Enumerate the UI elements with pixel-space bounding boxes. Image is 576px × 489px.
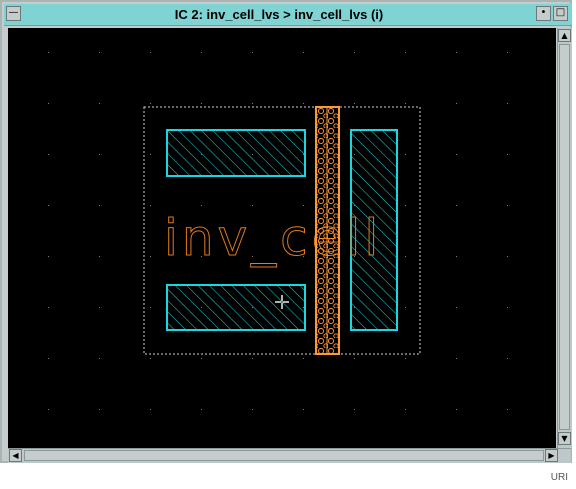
grid-dot bbox=[48, 307, 49, 308]
grid-dot bbox=[201, 358, 202, 359]
footer-label: URI bbox=[550, 472, 568, 483]
maximize-button[interactable]: □ bbox=[553, 6, 568, 21]
grid-dot bbox=[48, 103, 49, 104]
grid-dot bbox=[507, 154, 508, 155]
grid-dot bbox=[303, 103, 304, 104]
layout-canvas[interactable]: inv_cell bbox=[8, 28, 556, 448]
grid-dot bbox=[456, 52, 457, 53]
grid-dot bbox=[456, 205, 457, 206]
grid-dot bbox=[99, 103, 100, 104]
grid-dot bbox=[252, 409, 253, 410]
grid-dot bbox=[99, 409, 100, 410]
horizontal-scroll-thumb[interactable] bbox=[24, 450, 544, 461]
grid-dot bbox=[354, 52, 355, 53]
grid-dot bbox=[405, 307, 406, 308]
grid-dot bbox=[48, 52, 49, 53]
title-bar[interactable]: — IC 2: inv_cell_lvs > inv_cell_lvs (i) … bbox=[4, 4, 572, 26]
grid-dot bbox=[507, 409, 508, 410]
cell-label: inv_cell bbox=[164, 209, 382, 267]
grid-dot bbox=[507, 256, 508, 257]
grid-dot bbox=[405, 154, 406, 155]
grid-dot bbox=[354, 358, 355, 359]
grid-dot bbox=[99, 154, 100, 155]
grid-dot bbox=[354, 103, 355, 104]
grid-dot bbox=[507, 103, 508, 104]
grid-dot bbox=[150, 205, 151, 206]
grid-dot bbox=[150, 358, 151, 359]
grid-dot bbox=[252, 103, 253, 104]
grid-dot bbox=[456, 256, 457, 257]
vertical-scroll-thumb[interactable] bbox=[559, 44, 570, 430]
grid-dot bbox=[99, 52, 100, 53]
metal-rect-top[interactable] bbox=[166, 129, 306, 177]
grid-dot bbox=[456, 409, 457, 410]
minimize-button[interactable]: • bbox=[536, 6, 551, 21]
scroll-up-button[interactable]: ▲ bbox=[558, 29, 571, 42]
grid-dot bbox=[456, 154, 457, 155]
grid-dot bbox=[405, 205, 406, 206]
scroll-right-button[interactable]: ▶ bbox=[545, 449, 558, 462]
grid-dot bbox=[303, 205, 304, 206]
metal-rect-bottom[interactable] bbox=[166, 284, 306, 331]
scroll-left-button[interactable]: ◀ bbox=[9, 449, 22, 462]
grid-dot bbox=[507, 358, 508, 359]
window-menu-button[interactable]: — bbox=[6, 6, 21, 21]
grid-dot bbox=[48, 409, 49, 410]
grid-dot bbox=[150, 409, 151, 410]
grid-dot bbox=[99, 205, 100, 206]
grid-dot bbox=[99, 307, 100, 308]
grid-dot bbox=[48, 256, 49, 257]
grid-dot bbox=[201, 409, 202, 410]
grid-dot bbox=[354, 409, 355, 410]
grid-dot bbox=[405, 52, 406, 53]
grid-dot bbox=[507, 307, 508, 308]
grid-dot bbox=[150, 256, 151, 257]
grid-dot bbox=[405, 256, 406, 257]
grid-dot bbox=[150, 154, 151, 155]
grid-dot bbox=[48, 205, 49, 206]
grid-dot bbox=[99, 256, 100, 257]
window-title: IC 2: inv_cell_lvs > inv_cell_lvs (i) bbox=[174, 7, 384, 22]
grid-dot bbox=[201, 103, 202, 104]
grid-dot bbox=[507, 205, 508, 206]
grid-dot bbox=[507, 52, 508, 53]
grid-dot bbox=[456, 307, 457, 308]
grid-dot bbox=[252, 52, 253, 53]
grid-dot bbox=[405, 409, 406, 410]
grid-dot bbox=[150, 307, 151, 308]
layout-drawing[interactable]: inv_cell bbox=[8, 28, 556, 448]
grid-dot bbox=[252, 358, 253, 359]
grid-dot bbox=[150, 52, 151, 53]
grid-dot bbox=[150, 103, 151, 104]
vertical-scrollbar[interactable]: ▲ ▼ bbox=[557, 28, 572, 448]
scroll-down-button[interactable]: ▼ bbox=[558, 432, 571, 445]
grid-dot bbox=[456, 103, 457, 104]
grid-dot bbox=[201, 205, 202, 206]
grid-dot bbox=[48, 154, 49, 155]
grid-dot bbox=[99, 358, 100, 359]
grid-dot bbox=[303, 409, 304, 410]
layout-window: — IC 2: inv_cell_lvs > inv_cell_lvs (i) … bbox=[0, 0, 572, 463]
grid-dot bbox=[48, 358, 49, 359]
grid-dot bbox=[303, 52, 304, 53]
horizontal-scrollbar[interactable]: ◀ ▶ bbox=[8, 448, 571, 463]
grid-dot bbox=[405, 103, 406, 104]
grid-dot bbox=[252, 205, 253, 206]
grid-dot bbox=[201, 52, 202, 53]
grid-dot bbox=[405, 358, 406, 359]
grid-dot bbox=[303, 358, 304, 359]
grid-dot bbox=[456, 358, 457, 359]
